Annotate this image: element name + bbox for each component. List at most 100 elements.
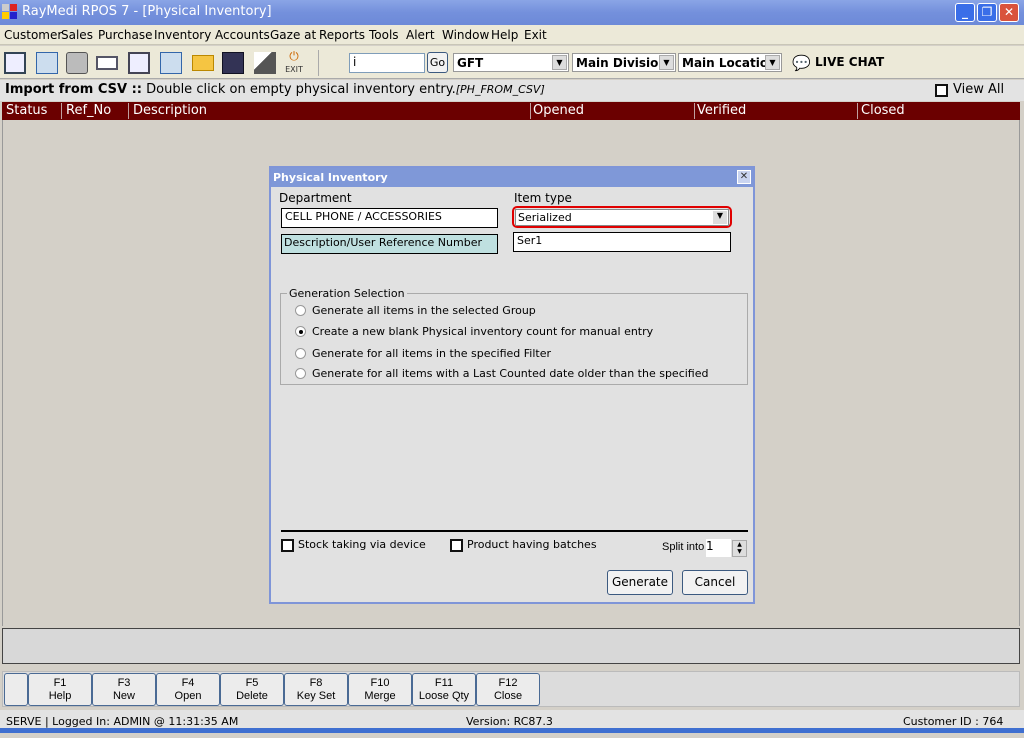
fkey-key-set[interactable]: F8 Key Set xyxy=(284,673,348,706)
exit-icon[interactable]: ⏻ EXIT xyxy=(282,50,306,76)
search-input[interactable]: i xyxy=(349,53,425,73)
item-type-value: Serialized xyxy=(518,211,572,224)
fkey-code: F1 xyxy=(53,677,67,689)
import-hint-title: Import from CSV :: xyxy=(5,82,142,97)
menu-sales[interactable]: Sales xyxy=(61,28,93,42)
column-description[interactable]: Description xyxy=(133,103,207,118)
fkey-code: F3 xyxy=(117,677,131,689)
go-button[interactable]: Go xyxy=(427,52,448,73)
app-icon xyxy=(2,4,18,20)
fkey-code: F10 xyxy=(370,677,390,689)
menu-tools[interactable]: Tools xyxy=(369,28,399,42)
fkey-loose-qty[interactable]: F11 Loose Qty xyxy=(412,673,476,706)
import-hint-code: [PH_FROM_CSV] xyxy=(455,83,545,96)
table-header: Status Ref_No Description Opened Verifie… xyxy=(2,102,1020,120)
close-button[interactable]: ✕ xyxy=(999,3,1019,22)
fkey-close[interactable]: F12 Close xyxy=(476,673,540,706)
menu-exit[interactable]: Exit xyxy=(524,28,547,42)
option-filter-label[interactable]: Generate for all items in the specified … xyxy=(312,347,551,360)
purchase-cart-icon[interactable] xyxy=(160,52,182,74)
menu-bar: Customer Sales Purchase Inventory Accoun… xyxy=(0,25,1024,45)
department-label: Department xyxy=(279,191,352,205)
fkey-label: Key Set xyxy=(296,690,336,702)
menu-window[interactable]: Window xyxy=(442,28,489,42)
option-group-radio[interactable] xyxy=(295,305,306,316)
department-field[interactable]: CELL PHONE / ACCESSORIES xyxy=(281,208,498,228)
menu-alert[interactable]: Alert xyxy=(406,28,435,42)
menu-reports[interactable]: Reports xyxy=(319,28,365,42)
cancel-button[interactable]: Cancel xyxy=(682,570,748,595)
column-closed[interactable]: Closed xyxy=(861,103,905,118)
printer-icon[interactable] xyxy=(66,52,88,74)
stock-device-checkbox[interactable] xyxy=(281,539,294,552)
fkey-code: F12 xyxy=(498,677,518,689)
fkey-new[interactable]: F3 New xyxy=(92,673,156,706)
fkey-code: F8 xyxy=(309,677,323,689)
stock-device-label[interactable]: Stock taking via device xyxy=(298,538,426,551)
option-last-counted-label[interactable]: Generate for all items with a Last Count… xyxy=(312,367,708,380)
fkey-help[interactable]: F1 Help xyxy=(28,673,92,706)
column-ref-no[interactable]: Ref_No xyxy=(66,103,111,118)
split-into-spinner[interactable]: ▲ ▼ xyxy=(732,540,747,557)
item-type-select[interactable]: Serialized ▼ xyxy=(515,209,729,226)
menu-accounts[interactable]: Accounts xyxy=(215,28,270,42)
generate-button[interactable]: Generate xyxy=(607,570,673,595)
fkey-label: Merge xyxy=(364,690,396,702)
minimize-button[interactable]: _ xyxy=(955,3,975,22)
exit-label: EXIT xyxy=(285,65,303,74)
fkey-label: Help xyxy=(48,690,72,702)
menu-customer[interactable]: Customer xyxy=(4,28,62,42)
dialog-close-button[interactable]: ✕ xyxy=(737,170,751,184)
menu-inventory[interactable]: Inventory xyxy=(154,28,211,42)
restore-button[interactable]: ❐ xyxy=(977,3,997,22)
item-type-label: Item type xyxy=(514,191,572,205)
status-customer-id: Customer ID : 764 xyxy=(903,715,1004,728)
status-login: SERVE | Logged In: ADMIN @ 11:31:35 AM xyxy=(6,715,239,728)
option-filter-radio[interactable] xyxy=(295,348,306,359)
column-verified[interactable]: Verified xyxy=(697,103,746,118)
barcode-icon[interactable] xyxy=(96,56,118,70)
reference-number-field[interactable]: Ser1 xyxy=(513,232,731,252)
detail-panel xyxy=(2,628,1020,664)
group-select-value: GFT xyxy=(457,56,484,70)
group-select[interactable]: GFT ▼ xyxy=(453,53,569,72)
split-into-input[interactable]: 1 xyxy=(706,539,731,557)
location-select-value: Main Location xyxy=(682,56,777,70)
option-group-label[interactable]: Generate all items in the selected Group xyxy=(312,304,536,317)
fkey-label: New xyxy=(112,690,135,702)
fkey-merge[interactable]: F10 Merge xyxy=(348,673,412,706)
menu-help[interactable]: Help xyxy=(491,28,518,42)
document-icon[interactable] xyxy=(128,52,150,74)
column-opened[interactable]: Opened xyxy=(533,103,584,118)
fkey-label: Delete xyxy=(236,690,268,702)
chart-icon[interactable] xyxy=(254,52,276,74)
division-select[interactable]: Main Division ▼ xyxy=(572,53,676,72)
fkey-code: F5 xyxy=(245,677,259,689)
column-status[interactable]: Status xyxy=(6,103,47,118)
sales-cart-icon[interactable] xyxy=(36,52,58,74)
live-chat-link[interactable]: LIVE CHAT xyxy=(815,55,884,69)
toolbar-divider xyxy=(318,50,319,76)
physical-inventory-dialog: Physical Inventory ✕ Department CELL PHO… xyxy=(269,166,755,604)
chevron-down-icon: ▼ xyxy=(765,55,780,70)
fkey-delete[interactable]: F5 Delete xyxy=(220,673,284,706)
division-select-value: Main Division xyxy=(576,56,667,70)
chat-bubble-icon[interactable]: 💬 xyxy=(792,54,811,72)
generation-selection-label: Generation Selection xyxy=(287,287,407,300)
location-select[interactable]: Main Location ▼ xyxy=(678,53,782,72)
invoice-icon[interactable] xyxy=(4,52,26,74)
menu-purchase[interactable]: Purchase xyxy=(98,28,153,42)
menu-gaze-at[interactable]: Gaze at xyxy=(270,28,316,42)
option-last-counted-radio[interactable] xyxy=(295,368,306,379)
view-all-label[interactable]: View All xyxy=(953,82,1004,97)
view-all-checkbox[interactable] xyxy=(935,84,948,97)
batches-checkbox[interactable] xyxy=(450,539,463,552)
folder-icon[interactable] xyxy=(192,55,214,71)
fkey-open[interactable]: F4 Open xyxy=(156,673,220,706)
fkey-code: F11 xyxy=(434,677,454,689)
option-blank-radio[interactable] xyxy=(295,326,306,337)
batches-label[interactable]: Product having batches xyxy=(467,538,597,551)
split-into-label: Split into xyxy=(662,541,705,553)
users-icon[interactable] xyxy=(222,52,244,74)
option-blank-label[interactable]: Create a new blank Physical inventory co… xyxy=(312,325,653,338)
